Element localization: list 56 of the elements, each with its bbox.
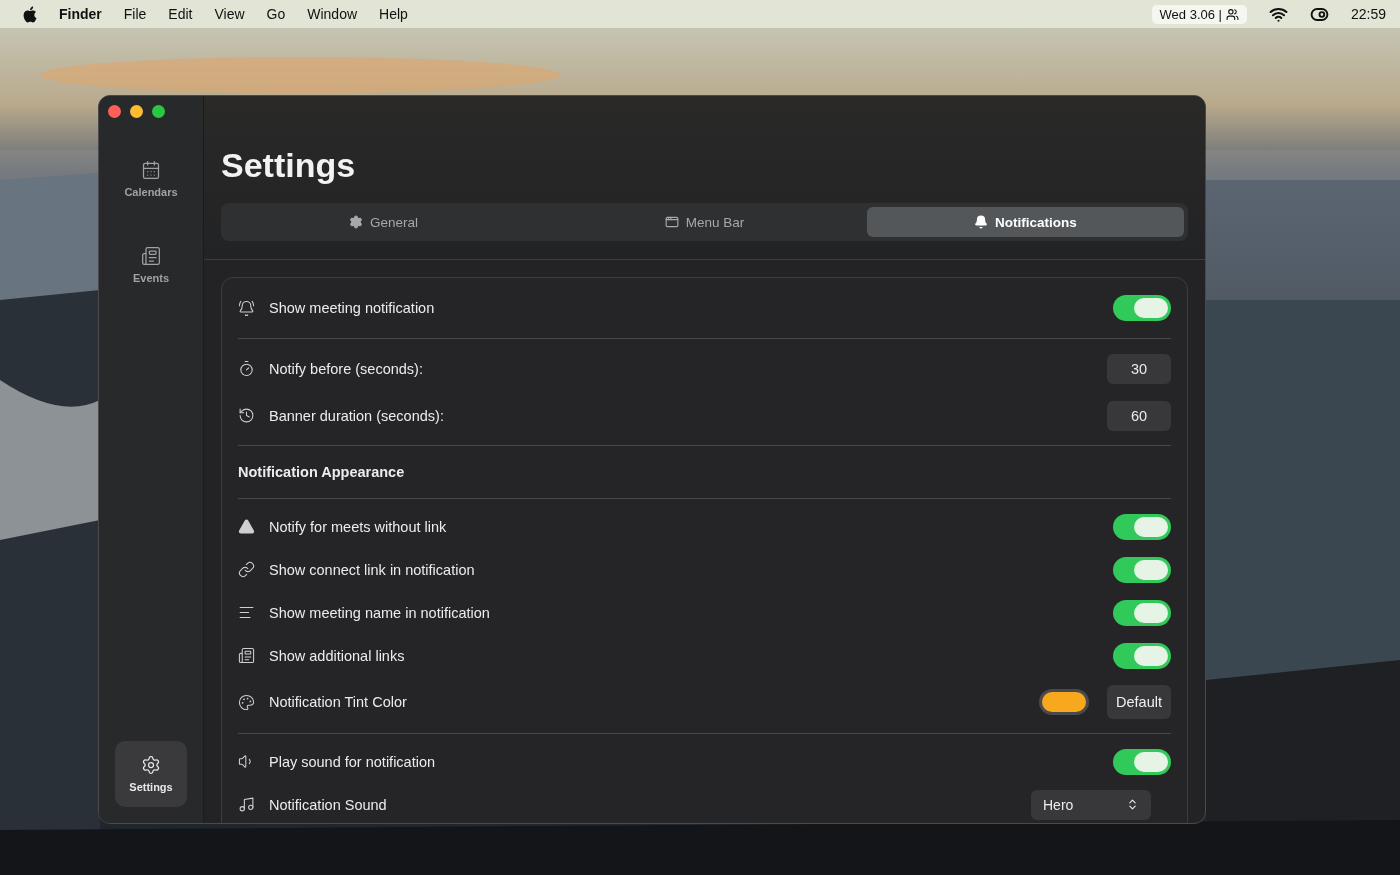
timer-icon: [238, 360, 255, 377]
menu-item[interactable]: Edit: [168, 6, 193, 22]
tab[interactable]: Menu Bar: [546, 207, 863, 237]
menu-item[interactable]: Go: [266, 6, 286, 22]
number-field[interactable]: 60: [1107, 400, 1171, 431]
toggle-switch[interactable]: [1113, 295, 1171, 321]
setting-label: Notify for meets without link: [269, 518, 448, 535]
menu-item[interactable]: Window: [307, 6, 358, 22]
link-icon: [238, 561, 255, 578]
setting-label: Banner duration (seconds):: [269, 407, 445, 424]
setting-label: Notification Sound: [269, 796, 388, 813]
list-icon: [141, 246, 161, 266]
history-icon: [238, 407, 255, 424]
tab[interactable]: General: [225, 207, 542, 237]
setting-label: Show meeting notification: [269, 300, 436, 316]
setting-label: Show additional links: [269, 647, 406, 664]
section-heading: Notification Appearance: [238, 464, 405, 480]
setting-label: Play sound for notification: [269, 753, 437, 770]
date-widget[interactable]: Wed 3.06 |: [1151, 4, 1247, 24]
bell-icon: [974, 215, 989, 229]
music-note-icon: [238, 796, 255, 813]
setting-label: Show meeting name in notification: [269, 604, 491, 621]
color-well[interactable]: [1039, 689, 1090, 715]
gear-icon: [349, 215, 363, 229]
menu-item[interactable]: Help: [379, 6, 408, 22]
default-button[interactable]: Default: [1107, 685, 1171, 719]
people-icon: [1225, 7, 1239, 21]
page-title: Settings: [221, 146, 357, 185]
menu-item[interactable]: File: [123, 6, 147, 22]
sidebar-item[interactable]: Calendars: [115, 146, 187, 212]
toggle-switch[interactable]: [1113, 642, 1171, 669]
clock[interactable]: 22:59: [1350, 6, 1386, 22]
number-field[interactable]: 30: [1107, 353, 1171, 384]
sidebar-item[interactable]: Settings: [115, 741, 187, 807]
toggle-switch[interactable]: [1113, 599, 1171, 626]
sidebar-item[interactable]: Events: [115, 232, 187, 298]
toggle-switch[interactable]: [1113, 513, 1171, 540]
app-menu[interactable]: Finder: [59, 6, 102, 22]
window-icon: [664, 215, 679, 229]
tab[interactable]: Notifications: [867, 207, 1184, 237]
palette-icon: [238, 693, 255, 711]
sound-dropdown[interactable]: Hero: [1031, 789, 1151, 820]
lines-icon: [238, 604, 255, 621]
chevrons-icon: [1126, 798, 1139, 811]
warning-icon: [238, 518, 255, 535]
menu-item[interactable]: View: [214, 6, 245, 22]
list-icon: [238, 647, 255, 664]
apple-logo-icon[interactable]: [22, 5, 37, 23]
toggle-switch[interactable]: [1113, 748, 1171, 775]
calendar-icon: [141, 160, 161, 180]
toggle-switch[interactable]: [1113, 556, 1171, 583]
gear-icon: [141, 755, 161, 775]
setting-label: Show connect link in notification: [269, 561, 476, 578]
setting-label: Notify before (seconds):: [269, 360, 424, 377]
bell-icon: [238, 299, 255, 317]
setting-label: Notification Tint Color: [269, 694, 408, 710]
